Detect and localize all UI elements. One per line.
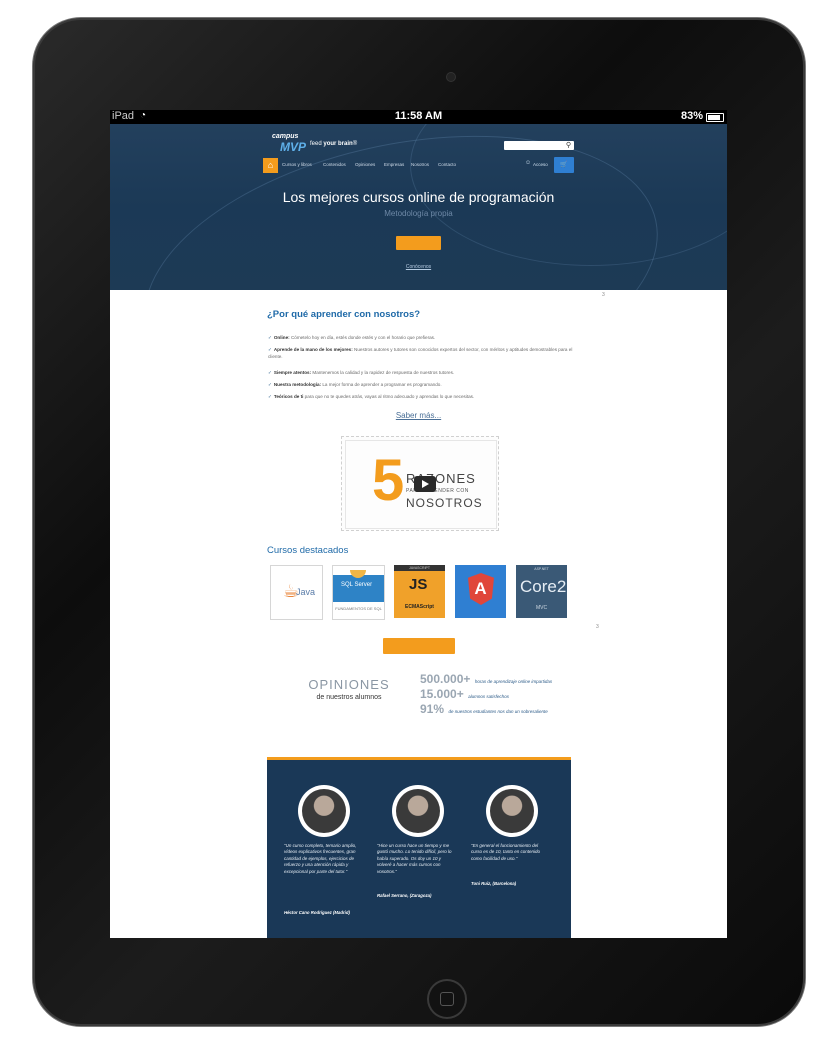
course-card-angular[interactable]: A <box>455 565 506 618</box>
course-card-sql[interactable]: SQL Server FUNDAMENTOS DE SQL <box>332 565 385 620</box>
course-top-label: ASP.NET <box>534 567 549 571</box>
avatar <box>298 785 350 837</box>
page-marker: 3 <box>596 624 599 630</box>
course-title: SQL Server <box>341 582 373 588</box>
search-icon[interactable]: ⚲ <box>566 141 571 150</box>
course-top-label: JAVASCRIPT <box>394 565 445 571</box>
home-icon[interactable]: ⌂ <box>263 158 278 173</box>
course-card-java[interactable]: ☕ Java <box>270 565 323 620</box>
course-card-aspnet[interactable]: ASP.NET Core2 MVC <box>516 565 567 618</box>
nav-item-companies[interactable]: Empresas <box>384 162 404 167</box>
testimonial-author: Rafael Serrano, (Zaragoza) <box>377 893 432 898</box>
course-caption: ECMAScript <box>405 604 434 610</box>
avatar <box>392 785 444 837</box>
video-number: 5 <box>372 448 405 513</box>
avatar <box>486 785 538 837</box>
opinions-title: OPINIONES <box>308 677 390 692</box>
stat-satisfaction: 91% de nuestros estudiantes nos dan un s… <box>420 702 548 716</box>
learn-more-link[interactable]: Saber más... <box>110 411 727 420</box>
logo-line2: MVP <box>280 140 307 154</box>
testimonial-author: Toni Ruiz, (Barcelona) <box>471 881 517 886</box>
front-camera <box>447 73 455 81</box>
cart-icon: 🛒 <box>560 162 568 168</box>
battery-percent: 83% <box>680 110 703 122</box>
nav-item-about[interactable]: Nosotros <box>411 162 429 167</box>
list-item: ✓ Teóricos de ti para que no te quedes at… <box>268 394 475 399</box>
featured-courses-title: Cursos destacados <box>267 545 349 556</box>
page-marker: 3 <box>602 292 605 298</box>
testimonial-quote: "Un curso completo, temario amplio, víde… <box>284 843 357 874</box>
list-item: ✓ Siempre atentos: Mantenemos la calidad … <box>268 370 455 375</box>
testimonial-quote: "Hice un curso hace un tiempo y me gustó… <box>377 843 452 874</box>
check-icon: ✓ <box>268 382 272 387</box>
play-icon[interactable] <box>414 476 436 492</box>
site-logo[interactable]: campus MVP <box>272 131 310 159</box>
hero-section: campus MVP feed your brain® ⚲ ⌂ Cursos y… <box>110 124 727 290</box>
hero-subtitle: Metodología propia <box>384 209 453 218</box>
list-item: ✓ Aprende de la mano de los mejores: Nues… <box>268 347 573 359</box>
hero-title: Los mejores cursos online de programació… <box>282 189 555 205</box>
list-item: ✓ Online: Cómetelo hoy en día, estés dond… <box>268 335 436 340</box>
testimonial-author: Héctor Cano Rodríguez (Madrid) <box>284 910 350 915</box>
course-title: A <box>474 579 487 598</box>
video-text-line3: NOSOTROS <box>406 496 483 510</box>
home-button[interactable] <box>427 979 467 1019</box>
nav-item-courses[interactable]: Cursos y libros <box>282 162 312 167</box>
check-icon: ✓ <box>268 347 272 352</box>
course-caption: FUNDAMENTOS DE SQL <box>335 606 382 611</box>
hero-about-link[interactable]: Conócenos <box>110 264 727 270</box>
check-icon: ✓ <box>268 394 272 399</box>
video-thumbnail: 5 RAZONES PARA APRENDER CON NOSOTROS <box>345 440 497 529</box>
site-tagline: feed your brain® <box>310 141 358 147</box>
testimonials-section: "Un curso completo, temario amplio, víde… <box>267 757 571 938</box>
home-button-icon <box>440 992 454 1006</box>
course-caption: MVC <box>535 605 548 611</box>
battery-icon <box>706 113 724 122</box>
nav-item-contact[interactable]: Contacto <box>438 162 456 167</box>
all-courses-button[interactable] <box>383 638 455 654</box>
course-title: Java <box>296 587 316 597</box>
list-item: ✓ Nuestra metodología: La mejor forma de … <box>268 382 442 387</box>
testimonial-quote: "En general el funcionamiento del curso … <box>471 843 541 861</box>
check-icon: ✓ <box>268 335 272 340</box>
sql-banner <box>333 575 384 602</box>
hero-cta-button[interactable] <box>396 236 441 250</box>
video-player[interactable]: 5 RAZONES PARA APRENDER CON NOSOTROS <box>341 436 499 531</box>
course-title: Core2 <box>520 577 567 596</box>
nav-item-contents[interactable]: Contenidos <box>323 162 346 167</box>
logo-line1: campus <box>272 133 299 140</box>
status-bar: iPad ◔ 11:58 AM 83% <box>110 110 727 124</box>
check-icon: ✓ <box>268 370 272 375</box>
course-title: JS <box>409 576 428 593</box>
opinions-subtitle: de nuestros alumnos <box>316 694 382 701</box>
course-card-javascript[interactable]: JAVASCRIPT JS ECMAScript <box>394 565 445 618</box>
nav-item-opinions[interactable]: Opiniones <box>355 162 375 167</box>
user-icon[interactable]: ☺ <box>525 160 531 166</box>
ipad-screen: iPad ◔ 11:58 AM 83% campus MVP feed your… <box>110 110 727 938</box>
status-time: 11:58 AM <box>394 110 443 122</box>
cart-button[interactable]: 🛒 <box>554 157 574 173</box>
login-link[interactable]: Acceso <box>533 162 548 167</box>
why-section-title: ¿Por qué aprender con nosotros? <box>267 309 421 320</box>
search-input[interactable]: ⚲ <box>504 141 574 150</box>
